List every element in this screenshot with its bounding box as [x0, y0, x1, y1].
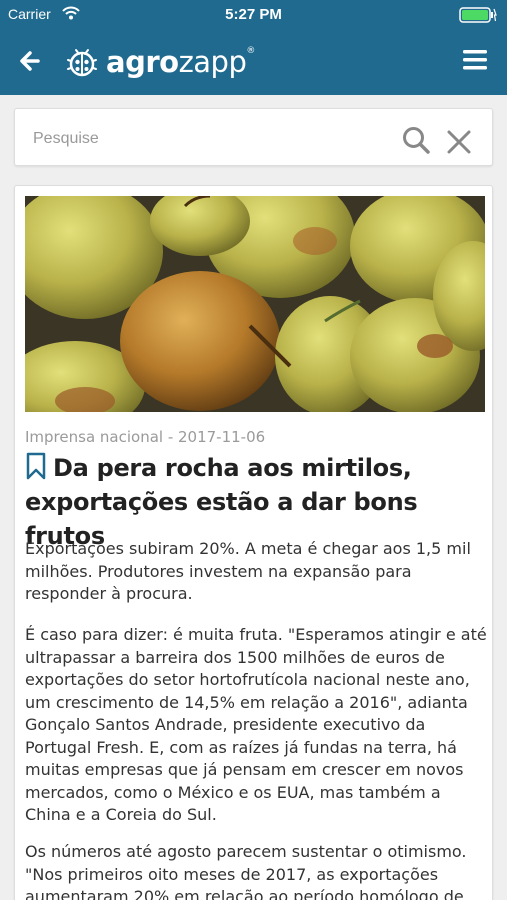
nav-bar: agrozapp ®: [0, 30, 507, 95]
close-icon[interactable]: [446, 129, 472, 155]
ladybug-logo-icon: [67, 49, 97, 77]
article-card[interactable]: Imprensa nacional - 2017-11-06 Da pera r…: [14, 185, 493, 900]
bookmark-icon[interactable]: [25, 452, 47, 480]
article-paragraph: Os números até agosto parecem sustentar …: [25, 842, 467, 900]
article-source-date: Imprensa nacional - 2017-11-06: [25, 428, 266, 446]
search-icon[interactable]: [401, 125, 431, 155]
logo-wordmark: agrozapp: [106, 45, 247, 79]
logo-registered-mark: ®: [246, 46, 256, 56]
battery-icon: [459, 7, 497, 23]
article-paragraph: É caso para dizer: é muita fruta. "Esper…: [25, 625, 487, 824]
article-paragraph: Exportações subiram 20%. A meta é chegar…: [25, 539, 471, 603]
search-input[interactable]: [33, 125, 393, 153]
hamburger-menu-icon[interactable]: [461, 48, 489, 72]
app-header: Carrier 5:27 PM agrozapp ®: [0, 0, 507, 95]
app-logo: agrozapp ®: [64, 42, 255, 82]
article-title-text: Da pera rocha aos mirtilos, exportações …: [25, 454, 418, 550]
clock: 5:27 PM: [225, 6, 282, 23]
article-image-pears: [25, 196, 485, 412]
back-arrow-icon[interactable]: [14, 44, 48, 78]
status-bar: Carrier 5:27 PM: [0, 0, 507, 30]
search-bar: [14, 108, 493, 166]
